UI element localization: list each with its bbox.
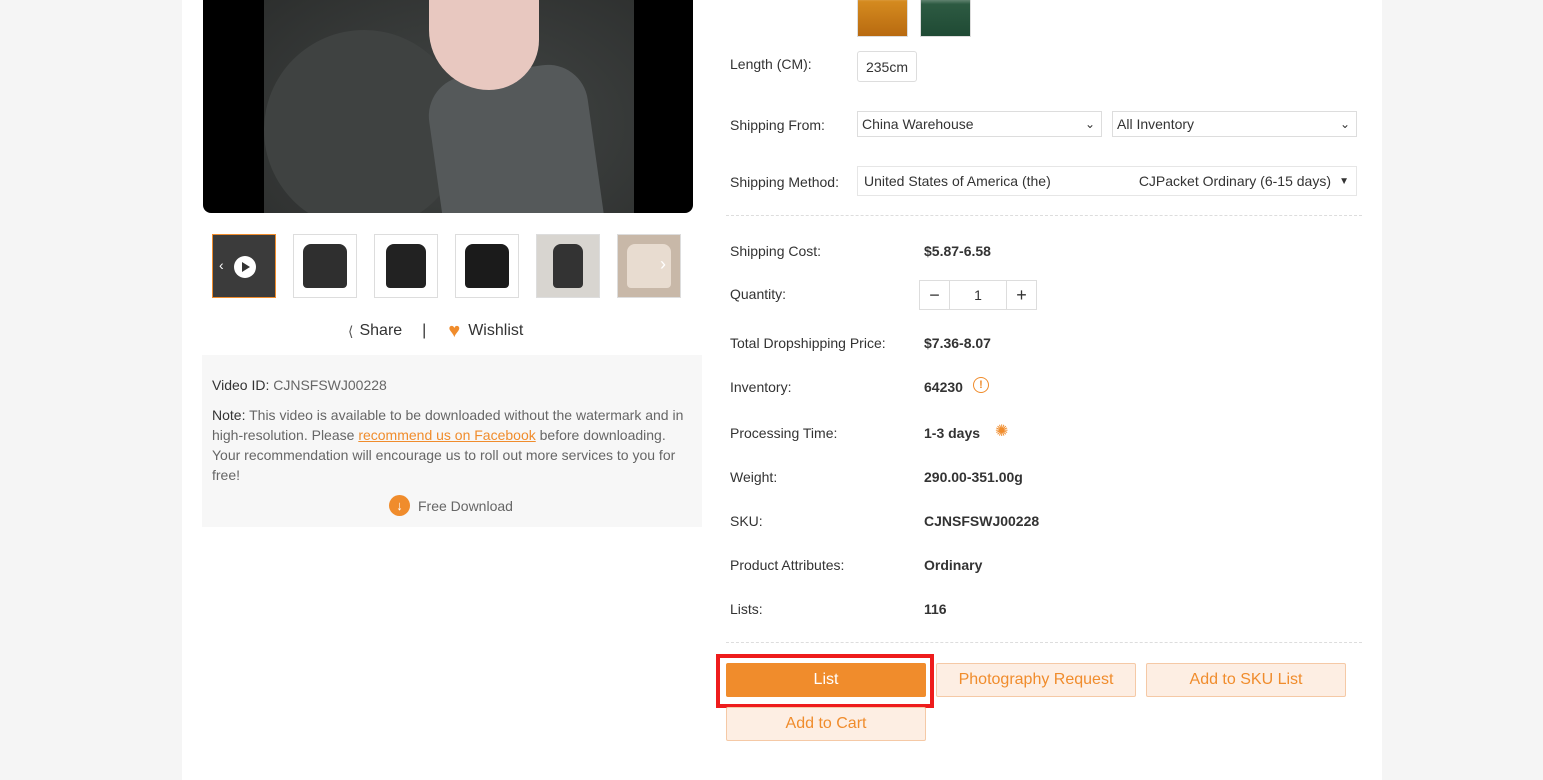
thumbnail-video[interactable]: ‹ [212,234,276,298]
shipping-method-label: Shipping Method: [730,174,839,190]
quantity-label: Quantity: [730,286,787,302]
caret-down-icon: ▼ [1339,175,1349,187]
shipping-method-select[interactable]: United States of America (the) CJPacket … [857,166,1357,196]
weight-label: Weight: [730,469,778,485]
sku-value: CJNSFSWJ00228 [924,513,1040,529]
inventory-label: Inventory: [730,379,792,395]
thumbnail-image[interactable] [374,234,438,298]
chevron-left-icon[interactable]: ‹ [219,257,224,273]
facebook-recommend-link[interactable]: recommend us on Facebook [358,427,535,443]
thumbnail-image[interactable] [617,234,681,298]
color-swatch-orange[interactable] [857,0,908,37]
color-swatch-green[interactable] [920,0,971,37]
add-to-sku-list-button[interactable]: Add to SKU List [1146,663,1346,697]
add-to-cart-button[interactable]: Add to Cart [726,707,926,741]
list-button[interactable]: List [726,663,926,697]
video-id-line: Video ID: CJNSFSWJ00228 [212,377,387,393]
chevron-down-icon: ⌄ [1084,117,1095,131]
length-label: Length (CM): [730,56,812,72]
divider [726,642,1362,643]
lists-value: 116 [924,601,947,617]
download-icon: ↓ [389,495,410,516]
total-price-label: Total Dropshipping Price: [730,335,886,351]
share-wishlist-row: ⟨ Share | ♥ Wishlist [348,320,523,342]
attributes-label: Product Attributes: [730,557,845,573]
free-download-button[interactable]: ↓ Free Download [389,495,513,516]
share-icon[interactable]: ⟨ [348,323,353,340]
heart-icon[interactable]: ♥ [448,320,460,343]
share-link[interactable]: Share [359,322,402,340]
product-video-player[interactable] [203,0,693,213]
video-download-panel: Video ID: CJNSFSWJ00228 Note: This video… [202,355,702,527]
inventory-filter-select[interactable]: All Inventory ⌄ [1112,111,1357,137]
minus-button[interactable]: − [920,281,949,309]
total-price-value: $7.36-8.07 [924,335,991,351]
shipping-from-label: Shipping From: [730,117,825,133]
thumbnail-image[interactable] [455,234,519,298]
video-frame [264,0,634,213]
lightbulb-icon[interactable]: ✺ [995,421,1008,441]
thumbnail-image[interactable] [293,234,357,298]
shipping-from-select[interactable]: China Warehouse ⌄ [857,111,1102,137]
info-icon[interactable]: ! [973,377,989,393]
video-note: Note: This video is available to be down… [212,407,684,483]
shipping-method-value: CJPacket Ordinary (6-15 days) [1138,173,1331,189]
plus-button[interactable]: + [1007,281,1036,309]
color-variant-options [857,0,971,37]
shipping-cost-label: Shipping Cost: [730,243,822,259]
length-option-235[interactable]: 235cm [857,51,917,82]
sku-label: SKU: [730,513,763,529]
shipping-cost-value: $5.87-6.58 [924,243,991,259]
shipping-country: United States of America (the) [864,173,1051,189]
processing-time-label: Processing Time: [730,425,838,441]
chevron-right-icon[interactable]: › [660,254,666,275]
separator: | [422,322,427,339]
quantity-input[interactable]: 1 [949,281,1007,309]
video-id-value: CJNSFSWJ00228 [273,377,387,393]
thumbnail-strip: ‹ [212,234,682,298]
divider [726,215,1362,216]
wishlist-link[interactable]: Wishlist [468,322,523,340]
play-icon[interactable] [234,256,256,278]
chevron-down-icon: ⌄ [1339,117,1350,131]
weight-value: 290.00-351.00g [924,469,1023,485]
inventory-value: 64230 [924,379,963,395]
photography-request-button[interactable]: Photography Request [936,663,1136,697]
thumbnail-image[interactable] [536,234,600,298]
lists-label: Lists: [730,601,763,617]
processing-time-value: 1-3 days [924,425,981,441]
attributes-value: Ordinary [924,557,983,573]
quantity-stepper: − 1 + [919,280,1037,310]
